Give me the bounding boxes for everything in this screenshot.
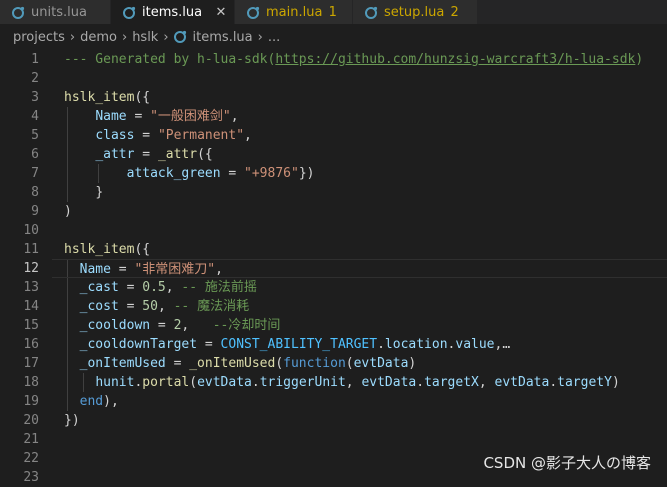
line-number: 8 (31, 185, 39, 200)
line-number: 3 (31, 90, 39, 105)
problem-count-badge: 1 (328, 4, 337, 20)
chevron-right-icon: › (257, 29, 263, 45)
code-line: class = "Permanent", (64, 126, 667, 145)
line-number-current: 12 (23, 261, 39, 276)
line-number: 6 (31, 147, 39, 162)
current-code-line: Name = "非常困难刀", (52, 259, 667, 278)
breadcrumb: projects › demo › hslk › items.lua › ... (0, 24, 667, 50)
chevron-right-icon: › (121, 29, 128, 45)
line-number: 5 (31, 128, 39, 143)
lua-icon (246, 5, 260, 19)
code-line: _cooldownTarget = CONST_ABILITY_TARGET.l… (64, 335, 667, 354)
lua-icon (122, 5, 136, 19)
lua-icon (11, 5, 25, 19)
code-line: hslk_item({ (64, 90, 151, 105)
close-icon[interactable]: ✕ (214, 5, 228, 20)
tab-label: items.lua (142, 4, 203, 20)
code-area[interactable]: --- Generated by h-lua-sdk(https://githu… (52, 50, 667, 487)
code-line: end), (64, 392, 667, 411)
tab-items-lua[interactable]: items.lua ✕ (111, 0, 235, 24)
code-line: hunit.portal(evtData.triggerUnit, evtDat… (64, 373, 667, 392)
code-line: ) (64, 204, 72, 219)
line-number: 1 (31, 52, 39, 67)
tab-label: setup.lua 2 (384, 4, 459, 20)
indent-guide (67, 164, 68, 183)
code-line: _cast = 0.5, -- 施法前摇 (64, 278, 667, 297)
code-line: hslk_item({ (64, 242, 151, 257)
code-line: } (64, 183, 667, 202)
code-line: --- Generated by h-lua-sdk(https://githu… (64, 52, 644, 67)
indent-guide (67, 278, 68, 297)
code-line: _cooldown = 2, --冷却时间 (64, 316, 667, 335)
line-number: 18 (23, 375, 39, 390)
breadcrumb-item-hslk[interactable]: hslk (132, 30, 158, 45)
code-line: attack_green = "+9876"}) (64, 164, 667, 183)
code-line: _cost = 50, -- 魔法消耗 (64, 297, 667, 316)
line-number: 16 (23, 337, 39, 352)
line-number: 20 (23, 413, 39, 428)
watermark: CSDN @影子大人の博客 (483, 454, 651, 472)
line-number-gutter: 1 2 3 4 5 6 7 8 9 10 11 12 13 14 15 16 1… (0, 50, 52, 487)
line-number: 19 (23, 394, 39, 409)
line-number: 17 (23, 356, 39, 371)
code-editor[interactable]: 1 2 3 4 5 6 7 8 9 10 11 12 13 14 15 16 1… (0, 50, 667, 485)
indent-guide (67, 316, 68, 335)
line-number: 14 (23, 299, 39, 314)
code-line: Name = "一般困难剑", (64, 107, 667, 126)
line-number: 4 (31, 109, 39, 124)
line-number: 22 (23, 451, 39, 466)
indent-guide (67, 392, 68, 411)
line-number: 10 (23, 223, 39, 238)
indent-guide (67, 354, 68, 373)
line-number: 23 (23, 470, 39, 485)
line-number: 13 (23, 280, 39, 295)
source-link[interactable]: https://github.com/hunzsig-warcraft3/h-l… (275, 52, 635, 67)
editor-tab-bar: units.lua items.lua ✕ main.lua 1 setup.l… (0, 0, 667, 24)
lua-icon (364, 5, 378, 19)
breadcrumb-item-file[interactable]: items.lua (193, 30, 253, 45)
indent-guide (67, 126, 68, 145)
chevron-right-icon: › (163, 29, 169, 45)
indent-guide (67, 297, 68, 316)
indent-guide (67, 145, 68, 164)
indent-guide (98, 164, 99, 183)
problem-count-badge: 2 (450, 4, 459, 20)
indent-guide (67, 260, 68, 277)
line-number: 9 (31, 204, 39, 219)
indent-guide (83, 373, 84, 392)
line-number: 7 (31, 166, 39, 181)
indent-guide (67, 183, 68, 202)
line-number: 21 (23, 432, 39, 447)
tab-units-lua[interactable]: units.lua (0, 0, 111, 24)
tab-label: main.lua 1 (266, 4, 337, 20)
tab-label: units.lua (31, 4, 87, 20)
lua-icon (173, 30, 188, 44)
tab-setup-lua[interactable]: setup.lua 2 (353, 0, 478, 24)
line-number: 15 (23, 318, 39, 333)
indent-guide (67, 335, 68, 354)
breadcrumb-item-symbol[interactable]: ... (268, 30, 280, 45)
chevron-right-icon: › (69, 29, 76, 45)
line-number: 11 (23, 242, 39, 257)
breadcrumb-item-projects[interactable]: projects (13, 30, 65, 45)
breadcrumb-item-demo[interactable]: demo (80, 30, 117, 45)
indent-guide (67, 373, 68, 392)
indent-guide (67, 107, 68, 126)
line-number: 2 (31, 71, 39, 86)
code-line: _onItemUsed = _onItemUsed(function(evtDa… (64, 354, 667, 373)
code-line: }) (64, 413, 80, 428)
code-line: _attr = _attr({ (64, 145, 667, 164)
tab-main-lua[interactable]: main.lua 1 (235, 0, 353, 24)
